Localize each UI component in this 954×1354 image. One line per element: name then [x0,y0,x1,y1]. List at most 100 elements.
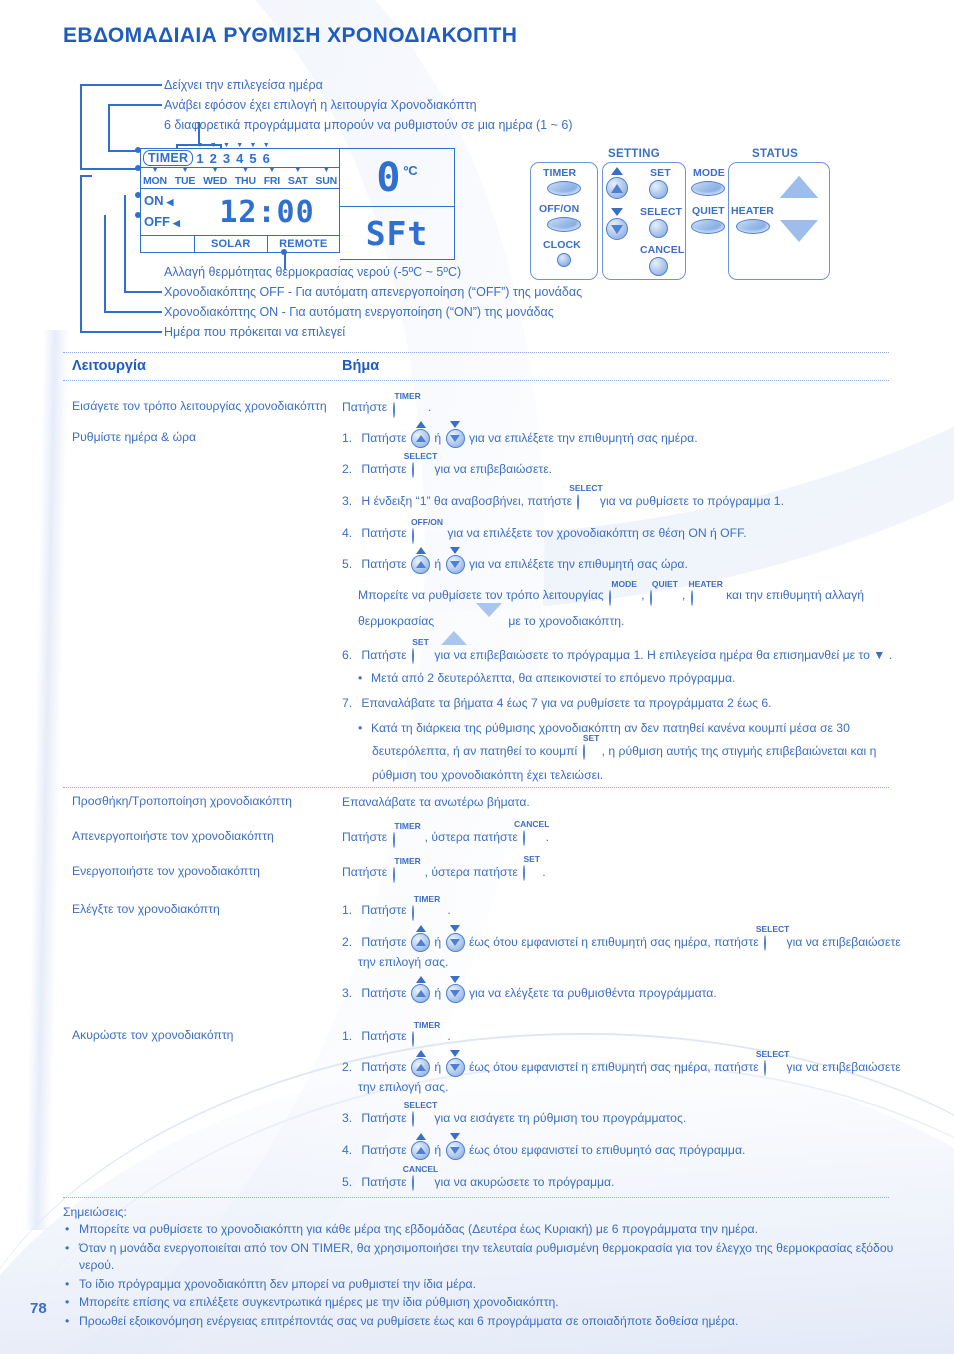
row-label-enable-timer: Ενεργοποιήστε τον χρονοδιακόπτη [72,864,260,878]
lcd-program-4: 4 [236,151,243,166]
lcd-program-2: 2 [210,151,217,166]
off-on-button-icon[interactable]: OFF/ON [411,517,443,544]
leader-dot [281,249,287,255]
select-button-icon[interactable]: SELECT [756,1049,789,1077]
press-word: Πατήστε [342,400,388,414]
press-word: Πατήστε [361,462,407,476]
status-group-label: STATUS [752,148,799,160]
select-button-icon[interactable]: SELECT [404,1100,437,1128]
set-icon-label: SET [523,854,540,865]
set-button[interactable] [649,180,668,199]
status-down-button[interactable] [780,220,818,242]
mode-icon-label: MODE [611,578,637,589]
up-arrow-button-icon[interactable] [411,547,430,575]
select-button-label: SELECT [640,206,683,218]
timer-button-icon[interactable]: TIMER [392,856,423,883]
down-arrow-button-icon[interactable] [445,421,465,449]
select-button-icon[interactable]: SELECT [569,483,603,511]
select-button[interactable] [649,219,668,238]
leader-line [80,84,162,86]
row-step-set-day-time-7-note-1: • Κατά τη διάρκεια της ρύθμισης χρονοδιακ… [358,721,850,735]
up-arrow-button-icon[interactable] [411,976,430,1004]
down-arrow-button-icon[interactable] [445,1050,465,1078]
step-text: για να επιβεβαιώσετε. [434,462,553,476]
timer-icon-label: TIMER [394,390,421,401]
or-word: ή [434,935,442,949]
table-header-function: Λειτουργία [72,358,146,374]
callout-six-programs: 6 διαφορετικά προγράμματα μπορούν να ρυθ… [164,118,573,132]
step-text: για να επιλέξετε την επιθυμητή σας ώρα. [468,557,688,571]
timer-button-icon[interactable]: TIMER [392,821,423,848]
quiet-button[interactable] [691,219,725,234]
down-arrow-button-icon[interactable] [445,925,465,953]
timer-button-icon[interactable]: TIMER [412,894,442,921]
select-button-icon[interactable]: SELECT [404,451,437,479]
press-word: Πατήστε [361,935,407,949]
select-button-icon[interactable]: SELECT [756,924,789,952]
set-icon-label: SET [412,637,429,648]
heater-button-icon[interactable]: HEATER [689,579,723,606]
set-button-icon[interactable]: SET [582,733,600,761]
row-step-cancel-timer-5: 5. Πατήστε CANCEL για να ακυρώσετε το πρ… [342,1164,912,1192]
up-arrow-button[interactable] [606,177,628,199]
step-number: 3. [342,494,353,508]
down-arrow-button-icon[interactable] [445,547,465,575]
period: . [545,830,549,844]
timer-button-icon[interactable]: TIMER [412,1020,442,1047]
lcd-temp-value: 0 [376,154,402,201]
up-arrow-button-icon[interactable] [411,421,430,449]
timer-button[interactable] [547,181,581,196]
press-word: Πατήστε [361,1029,407,1043]
heater-button[interactable] [736,219,770,234]
set-button-icon[interactable]: SET [523,854,540,882]
note-item: Το ίδιο πρόγραμμα χρονοδιακόπτη δεν μπορ… [63,1276,923,1294]
callout-water-temp-shift: Αλλαγή θερμότητας θερμοκρασίας νερού (-5… [164,265,462,279]
down-arrow-button-icon[interactable] [445,1133,465,1161]
lcd-day-wed: WED [203,175,227,187]
mode-button-icon[interactable]: MODE [609,579,639,606]
step-text: Επαναλάβατε τα βήματα 4 έως 7 για να ρυθ… [361,696,772,710]
step-number: 2. [342,462,353,476]
up-arrow-button-icon[interactable] [411,1133,430,1161]
row-step-cancel-timer-2b: την επιλογή σας. [358,1080,449,1094]
up-arrow-button-icon[interactable] [411,1050,430,1078]
status-up-button-icon[interactable] [440,615,467,645]
cancel-icon-label: CANCEL [514,819,550,830]
leader-dot [135,192,141,198]
set-button-icon[interactable]: SET [412,637,429,665]
step-number: 5. [342,557,353,571]
row-step-cancel-timer-2: 2. Πατήστε ή έως ότου εμφανιστεί η επιθυ… [342,1049,922,1078]
timer-button-icon[interactable]: TIMER [392,391,423,418]
clock-button[interactable] [557,253,571,267]
cancel-button-icon[interactable]: CANCEL [403,1164,438,1192]
row-step-set-day-time-7: 7. Επαναλάβατε τα βήματα 4 έως 7 για να … [342,694,912,712]
row-step-set-day-time-4: 4. Πατήστε OFF/ON για να επιλέξετε τον χ… [342,517,912,544]
status-up-button[interactable] [780,176,818,198]
down-arrow-button[interactable] [606,218,628,240]
select-icon-label: SELECT [569,483,603,494]
lcd-program-numbers: 1 2 3 4 5 6 [196,151,273,166]
quiet-button-icon[interactable]: QUIET [649,579,680,606]
press-word: Πατήστε [361,1143,407,1157]
lcd-day-sun: SUN [315,175,337,187]
row-step-enable-timer: Πατήστε TIMER , ύστερα πατήστε SET . [342,854,912,883]
press-word: Πατήστε [361,1175,407,1189]
press-word: Πατήστε [361,526,407,540]
mode-button[interactable] [691,181,725,196]
cancel-button-icon[interactable]: CANCEL [514,819,549,847]
step-number: 1. [342,431,353,445]
status-down-button-icon[interactable] [475,602,502,631]
up-arrow-button-icon[interactable] [411,925,430,953]
leader-line [80,84,82,168]
down-arrow-button-icon[interactable] [445,976,465,1004]
row-label-cancel-timer: Ακυρώστε τον χρονοδιακόπτη [72,1028,234,1042]
off-on-button[interactable] [547,217,581,232]
row-step-add-modify-timer: Επαναλάβατε τα ανωτέρω βήματα. [342,795,530,809]
leader-line [104,215,106,311]
press-word: Πατήστε [361,986,407,1000]
note-item: Προωθεί εξοικονόμηση ενέργειας επιτρέπον… [63,1313,923,1331]
timer-icon-label: TIMER [394,855,421,866]
select-icon-label: SELECT [403,451,438,462]
press-word: Πατήστε [342,830,388,844]
cancel-button[interactable] [649,257,668,276]
